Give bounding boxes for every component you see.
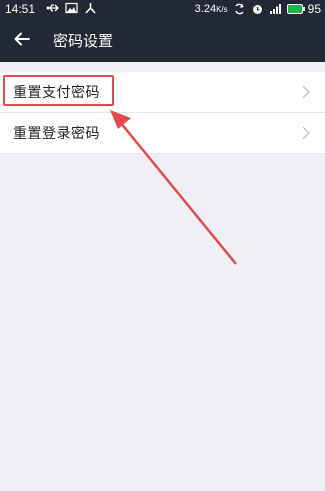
chevron-right-icon [301, 84, 311, 100]
signal-icon [269, 3, 282, 15]
net-speed-unit: K/s [216, 5, 228, 14]
alarm-icon [251, 3, 264, 15]
back-button[interactable] [10, 28, 34, 52]
status-right: 3.24K/s 95 [195, 2, 321, 16]
net-speed: 3.24K/s [195, 3, 228, 15]
image-icon [65, 2, 78, 14]
status-time: 14:51 [5, 2, 36, 16]
highlight-box [3, 75, 114, 106]
page-title: 密码设置 [53, 32, 114, 50]
usb-icon [46, 2, 59, 14]
back-arrow-icon [14, 31, 30, 50]
battery-icon [286, 4, 305, 14]
net-speed-value: 3.24 [194, 3, 217, 15]
chevron-right-icon [301, 125, 311, 141]
status-left-icons [46, 2, 97, 14]
reset-login-password-item[interactable]: 重置登录密码 [0, 113, 325, 154]
battery-level: 95 [307, 2, 321, 16]
share-icon [84, 2, 97, 14]
title-bar: 密码设置 [0, 18, 325, 62]
status-bar: 14:51 3.24K/s 95 [0, 0, 325, 18]
reset-login-password-label: 重置登录密码 [13, 126, 100, 142]
sync-icon [233, 3, 246, 15]
